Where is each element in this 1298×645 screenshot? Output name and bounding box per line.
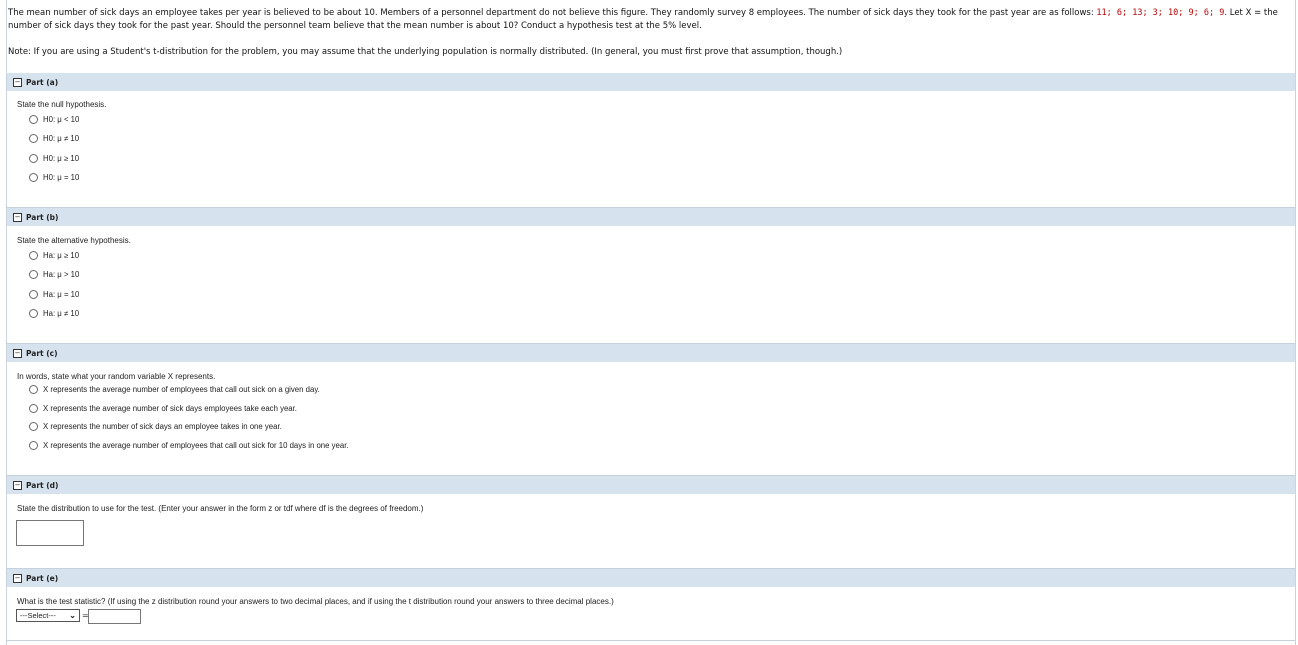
part-a-option[interactable]: H0: μ ≥ 10 — [29, 154, 79, 163]
option-label: H0: μ ≠ 10 — [43, 134, 80, 143]
part-b-option[interactable]: Ha: μ = 10 — [29, 290, 79, 299]
note-text: Note: If you are using a Student's t-dis… — [8, 47, 843, 57]
minus-box-icon[interactable]: − — [13, 480, 22, 490]
part-c-option[interactable]: X represents the number of sick days an … — [29, 422, 282, 431]
option-label: X represents the average number of sick … — [43, 404, 297, 413]
part-a-option[interactable]: H0: μ = 10 — [29, 173, 79, 182]
part-a-prompt: State the null hypothesis. — [17, 100, 107, 109]
radio-button-icon[interactable] — [29, 441, 38, 450]
radio-button-icon[interactable] — [29, 404, 38, 413]
divider — [7, 640, 1295, 641]
problem-text-start: The mean number of sick days an employee… — [8, 8, 1097, 18]
minus-box-icon[interactable]: − — [13, 573, 22, 583]
part-a-option[interactable]: H0: μ < 10 — [29, 115, 79, 124]
radio-button-icon[interactable] — [29, 385, 38, 394]
option-label: X represents the number of sick days an … — [43, 422, 282, 431]
part-b-header[interactable]: − Part (b) — [7, 208, 1295, 226]
option-label: X represents the average number of emplo… — [43, 441, 349, 450]
part-c-prompt: In words, state what your random variabl… — [17, 372, 216, 381]
minus-box-icon[interactable]: − — [13, 77, 22, 87]
radio-button-icon[interactable] — [29, 270, 38, 279]
option-label: Ha: μ = 10 — [43, 290, 80, 299]
select-value: ---Select--- — [20, 611, 56, 620]
radio-button-icon[interactable] — [29, 173, 38, 182]
option-label: H0: μ < 10 — [43, 115, 80, 124]
part-d-header[interactable]: − Part (d) — [7, 476, 1295, 494]
part-d-label: Part (d) — [26, 480, 59, 490]
part-c-header[interactable]: − Part (c) — [7, 344, 1295, 362]
part-b-option[interactable]: Ha: μ > 10 — [29, 270, 79, 279]
part-d-prompt: State the distribution to use for the te… — [17, 504, 424, 513]
part-c-label: Part (c) — [26, 348, 58, 358]
part-a-option[interactable]: H0: μ ≠ 10 — [29, 134, 79, 143]
question-frame — [6, 0, 1296, 645]
part-b-option[interactable]: Ha: μ ≥ 10 — [29, 251, 79, 260]
part-e-header[interactable]: − Part (e) — [7, 569, 1295, 587]
option-label: H0: μ ≥ 10 — [43, 154, 80, 163]
part-a-label: Part (a) — [26, 77, 59, 87]
part-b-label: Part (b) — [26, 212, 59, 222]
radio-button-icon[interactable] — [29, 290, 38, 299]
data-values: 11; 6; 13; 3; 10; 9; 6; 9 — [1096, 8, 1225, 18]
option-label: H0: μ = 10 — [43, 173, 80, 182]
statistic-type-select[interactable]: ---Select--- ⌄ — [16, 609, 80, 622]
part-e-prompt: What is the test statistic? (If using th… — [17, 597, 614, 606]
radio-button-icon[interactable] — [29, 134, 38, 143]
test-statistic-input[interactable] — [88, 609, 141, 624]
option-label: Ha: μ ≥ 10 — [43, 251, 80, 260]
radio-button-icon[interactable] — [29, 309, 38, 318]
part-c-option[interactable]: X represents the average number of sick … — [29, 404, 297, 413]
option-label: Ha: μ ≠ 10 — [43, 309, 80, 318]
option-label: Ha: μ > 10 — [43, 270, 80, 279]
radio-button-icon[interactable] — [29, 251, 38, 260]
distribution-input[interactable] — [16, 520, 84, 546]
radio-button-icon[interactable] — [29, 422, 38, 431]
part-c-option[interactable]: X represents the average number of emplo… — [29, 385, 320, 394]
part-e-label: Part (e) — [26, 573, 59, 583]
part-b-option[interactable]: Ha: μ ≠ 10 — [29, 309, 79, 318]
minus-box-icon[interactable]: − — [13, 212, 22, 222]
part-a-header[interactable]: − Part (a) — [7, 73, 1295, 91]
part-b-prompt: State the alternative hypothesis. — [17, 236, 131, 245]
part-c-option[interactable]: X represents the average number of emplo… — [29, 441, 349, 450]
option-label: X represents the average number of emplo… — [43, 385, 320, 394]
chevron-down-icon[interactable]: ⌄ — [69, 611, 76, 620]
radio-button-icon[interactable] — [29, 115, 38, 124]
problem-statement: The mean number of sick days an employee… — [8, 7, 1290, 32]
minus-box-icon[interactable]: − — [13, 348, 22, 358]
radio-button-icon[interactable] — [29, 154, 38, 163]
